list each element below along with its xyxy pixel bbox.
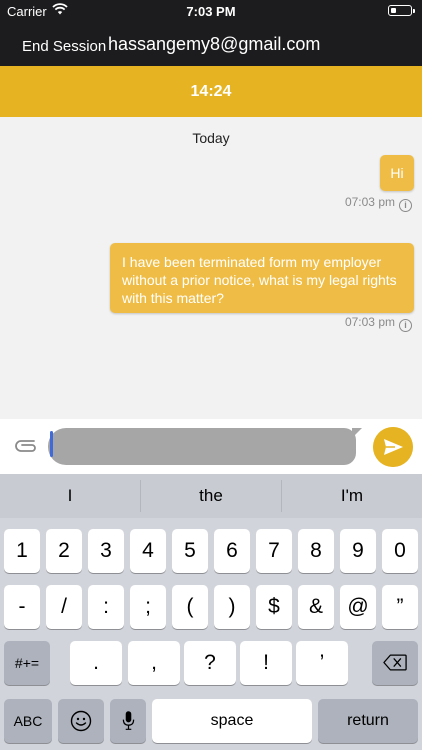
key-2[interactable]: 2 (46, 529, 82, 573)
message-meta: 07:03 pm i (345, 195, 412, 212)
key-6[interactable]: 6 (214, 529, 250, 573)
info-icon[interactable]: i (399, 199, 412, 212)
chat-area[interactable]: Today Hi 07:03 pm i I have been terminate… (0, 117, 422, 419)
message-bubble[interactable]: I have been terminated form my employer … (110, 243, 414, 313)
suggestion-bar: I the I'm (0, 474, 422, 518)
info-icon[interactable]: i (399, 319, 412, 332)
key-5[interactable]: 5 (172, 529, 208, 573)
abc-key[interactable]: ABC (4, 699, 52, 743)
space-key[interactable]: space (152, 699, 312, 743)
send-button[interactable] (373, 427, 413, 467)
end-session-button[interactable]: End Session (22, 38, 106, 55)
symbols-mode-key[interactable]: #+= (4, 641, 50, 685)
key-slash[interactable]: / (46, 585, 82, 629)
key-close-paren[interactable]: ) (214, 585, 250, 629)
key-semicolon[interactable]: ; (130, 585, 166, 629)
key-dollar[interactable]: $ (256, 585, 292, 629)
suggestion-item[interactable]: the (141, 474, 281, 518)
message-input[interactable] (48, 428, 362, 465)
chat-title-email: hassangemy8@gmail.com (108, 34, 321, 54)
key-exclamation[interactable]: ! (240, 641, 292, 685)
date-separator: Today (192, 130, 230, 146)
nav-bar: End Session hassangemy8@gmail.com (0, 22, 422, 66)
backspace-icon (383, 654, 407, 671)
key-question[interactable]: ? (184, 641, 236, 685)
key-quote[interactable]: ” (382, 585, 418, 629)
suggestion-item[interactable]: I (0, 474, 140, 518)
suggestion-item[interactable]: I'm (282, 474, 422, 518)
key-at[interactable]: @ (340, 585, 376, 629)
composer-bar (0, 419, 422, 474)
paperclip-icon[interactable] (12, 435, 40, 457)
key-7[interactable]: 7 (256, 529, 292, 573)
key-comma[interactable]: , (128, 641, 180, 685)
key-open-paren[interactable]: ( (172, 585, 208, 629)
top-bar: Carrier 7:03 PM End Session hassangemy8@… (0, 0, 422, 66)
key-1[interactable]: 1 (4, 529, 40, 573)
backspace-key[interactable] (372, 641, 418, 685)
emoji-icon (70, 710, 92, 732)
session-timer: 14:24 (0, 66, 422, 117)
key-period[interactable]: . (70, 641, 122, 685)
key-apostrophe[interactable]: ’ (296, 641, 348, 685)
key-hyphen[interactable]: - (4, 585, 40, 629)
key-0[interactable]: 0 (382, 529, 418, 573)
key-9[interactable]: 9 (340, 529, 376, 573)
message-bubble[interactable]: Hi (380, 155, 414, 191)
microphone-icon (122, 711, 134, 730)
battery-icon (388, 5, 415, 16)
key-3[interactable]: 3 (88, 529, 124, 573)
key-ampersand[interactable]: & (298, 585, 334, 629)
clock: 7:03 PM (186, 4, 236, 19)
return-key[interactable]: return (318, 699, 418, 743)
message-time: 07:03 pm (344, 195, 395, 209)
keyboard: I the I'm 1 2 3 4 5 6 7 8 9 0 - / : ; ( … (0, 474, 422, 750)
key-8[interactable]: 8 (298, 529, 334, 573)
message-meta: 07:03 pm i (345, 315, 412, 332)
emoji-key[interactable] (58, 699, 104, 743)
key-4[interactable]: 4 (130, 529, 166, 573)
status-bar: Carrier 7:03 PM (0, 0, 422, 22)
text-cursor (50, 431, 53, 457)
key-colon[interactable]: : (88, 585, 124, 629)
message-time: 07:03 pm (344, 315, 395, 329)
dictation-key[interactable] (110, 699, 146, 743)
